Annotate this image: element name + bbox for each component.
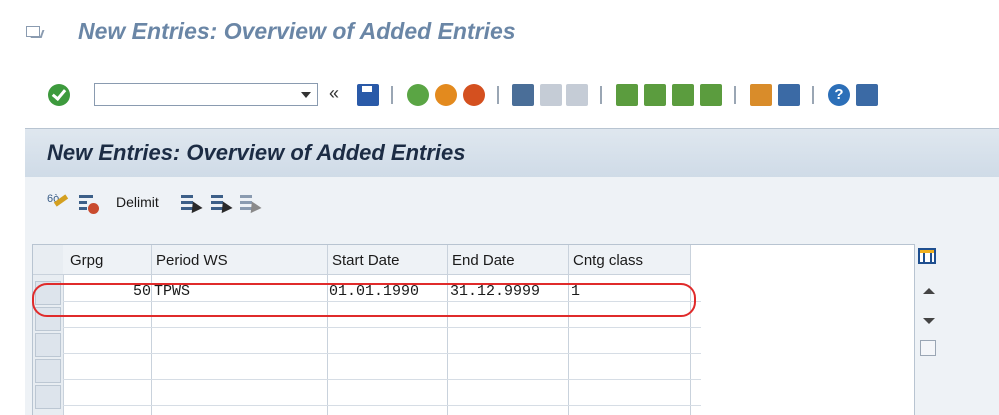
exit-icon[interactable] <box>435 84 457 106</box>
list-line-icon <box>79 207 87 210</box>
deselect-all-icon[interactable] <box>240 193 262 214</box>
create-shortcut-icon[interactable] <box>778 84 800 106</box>
row-divider <box>63 405 701 406</box>
list-line-icon <box>181 195 193 198</box>
row-divider <box>63 379 701 380</box>
table-column <box>63 245 152 415</box>
delimit-button[interactable]: Delimit <box>116 194 159 210</box>
application-toolbar: 6ò Delimit <box>25 177 999 225</box>
transaction-icon <box>26 26 40 37</box>
list-line-icon <box>79 195 93 198</box>
toolbar-separator <box>497 86 499 104</box>
toolbar-separator <box>734 86 736 104</box>
previous-page-icon[interactable] <box>644 84 666 106</box>
row-divider <box>63 327 701 328</box>
list-line-icon <box>240 195 252 198</box>
command-field[interactable] <box>94 83 318 106</box>
list-line-icon <box>211 195 223 198</box>
row-selector[interactable] <box>35 333 61 357</box>
last-page-icon[interactable] <box>700 84 722 106</box>
list-line-icon <box>79 201 87 204</box>
title-bar: New Entries: Overview of Added Entries <box>0 0 999 62</box>
help-icon[interactable]: ? <box>828 84 850 106</box>
customize-layout-icon[interactable] <box>856 84 878 106</box>
select-all-icon[interactable] <box>181 193 203 214</box>
table-column <box>448 245 569 415</box>
find-icon[interactable] <box>540 84 562 106</box>
table-column <box>328 245 448 415</box>
select-block-icon[interactable] <box>211 193 233 214</box>
scroll-thumb[interactable] <box>920 340 936 356</box>
delete-icon[interactable] <box>79 193 99 214</box>
first-page-icon[interactable] <box>616 84 638 106</box>
find-next-icon[interactable] <box>566 84 588 106</box>
highlight-annotation <box>32 283 696 317</box>
screen-title: New Entries: Overview of Added Entries <box>47 140 466 165</box>
table-column <box>569 245 691 415</box>
save-icon[interactable] <box>357 84 379 106</box>
next-page-icon[interactable] <box>672 84 694 106</box>
chevron-down-icon[interactable] <box>301 92 311 98</box>
scroll-up-icon[interactable] <box>923 288 935 294</box>
back-icon[interactable] <box>407 84 429 106</box>
table-column <box>152 245 328 415</box>
collapse-command-field-icon[interactable]: « <box>329 83 339 104</box>
print-icon[interactable] <box>512 84 534 106</box>
selector-header <box>33 245 63 275</box>
toolbar-separator <box>812 86 814 104</box>
change-icon[interactable]: 6ò <box>47 193 69 213</box>
entries-table: Grpg Period WS Start Date End Date Cntg … <box>32 244 915 415</box>
toolbar-separator <box>391 86 393 104</box>
enter-icon[interactable] <box>48 84 70 106</box>
table-settings-icon[interactable] <box>918 248 936 264</box>
row-divider <box>63 353 701 354</box>
screen-title-bar: New Entries: Overview of Added Entries <box>25 129 999 177</box>
row-selector-column <box>33 245 64 415</box>
table-scrollbar <box>912 244 946 414</box>
row-selector[interactable] <box>35 385 61 409</box>
scroll-down-icon[interactable] <box>923 318 935 324</box>
minus-badge-icon <box>88 203 99 214</box>
row-selector[interactable] <box>35 359 61 383</box>
cancel-icon[interactable] <box>463 84 485 106</box>
window-title: New Entries: Overview of Added Entries <box>78 18 516 44</box>
toolbar-separator <box>600 86 602 104</box>
create-session-icon[interactable] <box>750 84 772 106</box>
